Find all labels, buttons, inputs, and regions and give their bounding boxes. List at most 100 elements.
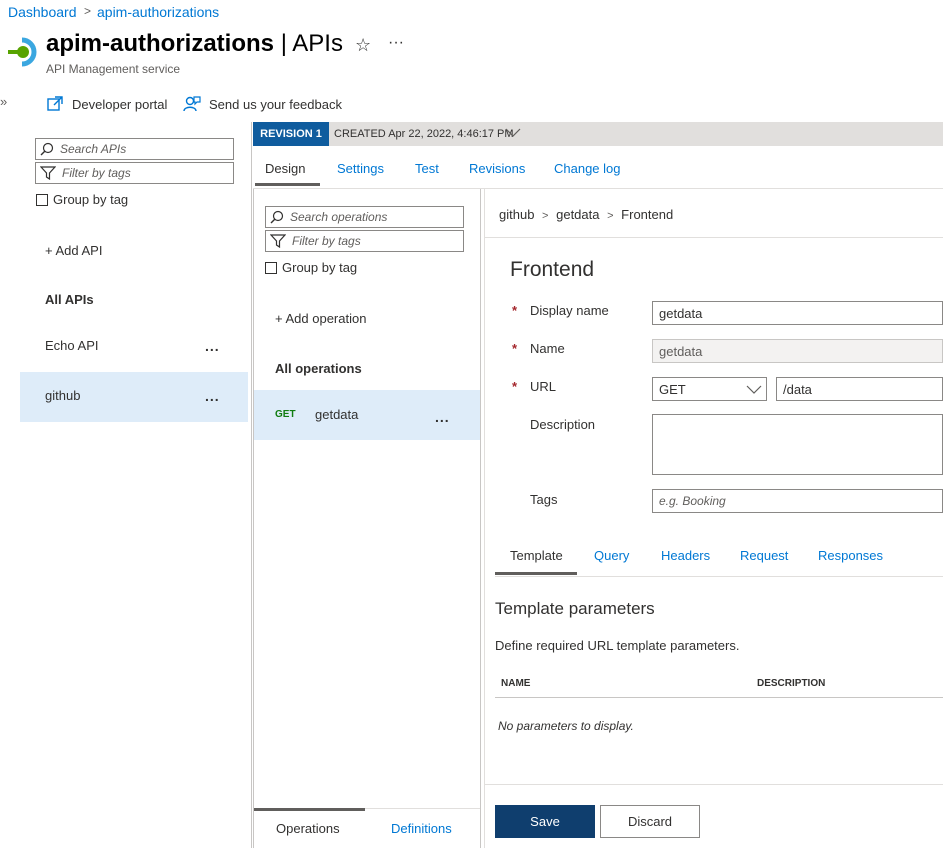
search-icon — [40, 142, 54, 156]
breadcrumb-separator: > — [84, 4, 92, 18]
tabs-divider — [253, 188, 943, 189]
detail-breadcrumb-sep: > — [607, 210, 614, 222]
tab-design[interactable]: Design — [265, 161, 305, 176]
search-icon — [270, 210, 284, 224]
tab-revisions[interactable]: Revisions — [469, 161, 525, 176]
required-marker: * — [512, 379, 518, 394]
api-list-item-echo[interactable]: Echo API ... — [20, 322, 248, 372]
description-textarea[interactable] — [652, 414, 943, 475]
name-value: getdata — [659, 343, 703, 359]
tab-settings[interactable]: Settings — [337, 161, 384, 176]
revision-badge: REVISION 1 — [253, 122, 329, 146]
empty-parameters-message: No parameters to display. — [498, 719, 634, 733]
feedback-label: Send us your feedback — [209, 96, 342, 112]
url-method-select[interactable]: GET — [652, 377, 767, 401]
detail-panel-left-border — [484, 189, 485, 848]
api-management-icon — [6, 36, 38, 68]
panel-divider — [251, 122, 252, 848]
name-label: Name — [530, 341, 565, 356]
operation-item-getdata[interactable]: GET getdata ... — [254, 390, 480, 440]
operation-more-button[interactable]: ... — [435, 409, 450, 425]
url-label: URL — [530, 379, 557, 394]
breadcrumb-dashboard[interactable]: Dashboard — [8, 4, 77, 20]
search-operations-placeholder: Search operations — [290, 210, 388, 224]
tab-design-indicator — [255, 183, 320, 186]
filter-icon — [270, 234, 286, 248]
url-path-input[interactable]: /data — [776, 377, 943, 401]
developer-portal-label: Developer portal — [72, 96, 168, 112]
all-operations-heading[interactable]: All operations — [275, 361, 362, 376]
api-name: github — [45, 388, 81, 403]
detail-breadcrumb-section: Frontend — [621, 207, 674, 222]
tab-definitions[interactable]: Definitions — [391, 821, 452, 836]
page-section: | APIs — [280, 30, 343, 57]
filter-apis-input[interactable]: Filter by tags — [35, 162, 234, 184]
subtab-responses[interactable]: Responses — [818, 548, 883, 563]
tab-change-log[interactable]: Change log — [554, 161, 621, 176]
column-header-name: NAME — [501, 678, 531, 689]
api-more-button[interactable]: ... — [205, 388, 220, 404]
table-header-divider — [495, 697, 943, 698]
subtab-query[interactable]: Query — [594, 548, 629, 563]
filter-operations-input[interactable]: Filter by tags — [265, 230, 464, 252]
operation-method-badge: GET — [275, 409, 296, 420]
operation-name: getdata — [315, 407, 359, 422]
api-name: Echo API — [45, 338, 99, 353]
detail-breadcrumb-divider — [485, 237, 943, 238]
required-marker: * — [512, 341, 518, 356]
all-apis-heading[interactable]: All APIs — [45, 292, 94, 307]
external-link-icon — [47, 96, 63, 111]
favorite-star-icon[interactable]: ☆ — [355, 35, 371, 56]
feedback-button[interactable]: Send us your feedback — [183, 95, 342, 113]
subtab-headers[interactable]: Headers — [661, 548, 710, 563]
group-by-tag-label: Group by tag — [282, 260, 358, 275]
add-api-button[interactable]: + Add API — [45, 243, 102, 258]
tags-placeholder: e.g. Booking — [659, 494, 726, 508]
tags-input[interactable]: e.g. Booking — [652, 489, 943, 513]
api-more-button[interactable]: ... — [205, 338, 220, 354]
chevron-down-icon[interactable] — [505, 126, 521, 141]
name-input: getdata — [652, 339, 943, 363]
add-operation-button[interactable]: + Add operation — [275, 311, 366, 326]
search-operations-input[interactable]: Search operations — [265, 206, 464, 228]
group-by-tag-operations-checkbox[interactable]: Group by tag — [265, 260, 357, 275]
detail-breadcrumb: github > getdata > Frontend — [499, 207, 673, 222]
feedback-icon — [183, 96, 201, 112]
ops-panel-left-border — [253, 189, 254, 848]
developer-portal-button[interactable]: Developer portal — [46, 95, 167, 113]
search-apis-placeholder: Search APIs — [60, 142, 127, 156]
revision-created: CREATED Apr 22, 2022, 4:46:17 PM — [334, 128, 514, 140]
discard-button[interactable]: Discard — [600, 805, 700, 838]
tab-test[interactable]: Test — [415, 161, 439, 176]
filter-apis-placeholder: Filter by tags — [62, 166, 131, 180]
group-by-tag-label: Group by tag — [53, 192, 129, 207]
detail-breadcrumb-sep: > — [542, 210, 549, 222]
group-by-tag-apis-checkbox[interactable]: Group by tag — [36, 192, 128, 207]
breadcrumb-current[interactable]: apim-authorizations — [97, 4, 219, 20]
ops-bottom-tab-indicator — [254, 808, 365, 811]
required-marker: * — [512, 303, 518, 318]
more-actions-icon[interactable]: ··· — [388, 34, 404, 52]
search-apis-input[interactable]: Search APIs — [35, 138, 234, 160]
subtab-template[interactable]: Template — [510, 548, 563, 563]
display-name-input[interactable]: getdata — [652, 301, 943, 325]
detail-heading: Frontend — [510, 258, 595, 281]
filter-icon — [40, 166, 56, 180]
checkbox-box — [265, 261, 277, 274]
display-name-label: Display name — [530, 303, 609, 318]
detail-breadcrumb-operation[interactable]: getdata — [556, 207, 599, 222]
save-button[interactable]: Save — [495, 805, 595, 838]
subtab-template-indicator — [495, 572, 577, 575]
api-list-item-github[interactable]: github ... — [20, 372, 248, 422]
filter-operations-placeholder: Filter by tags — [292, 234, 361, 248]
description-label: Description — [530, 417, 596, 432]
expand-sidebar-icon[interactable]: » — [0, 94, 7, 109]
detail-breadcrumb-api[interactable]: github — [499, 207, 534, 222]
subtab-request[interactable]: Request — [740, 548, 788, 563]
page-title: apim-authorizations — [46, 30, 275, 57]
page-subtitle: API Management service — [46, 62, 181, 76]
tags-label: Tags — [530, 492, 558, 507]
tab-operations[interactable]: Operations — [276, 821, 340, 836]
url-path-value: /data — [783, 381, 812, 397]
chevron-down-icon — [746, 385, 762, 394]
